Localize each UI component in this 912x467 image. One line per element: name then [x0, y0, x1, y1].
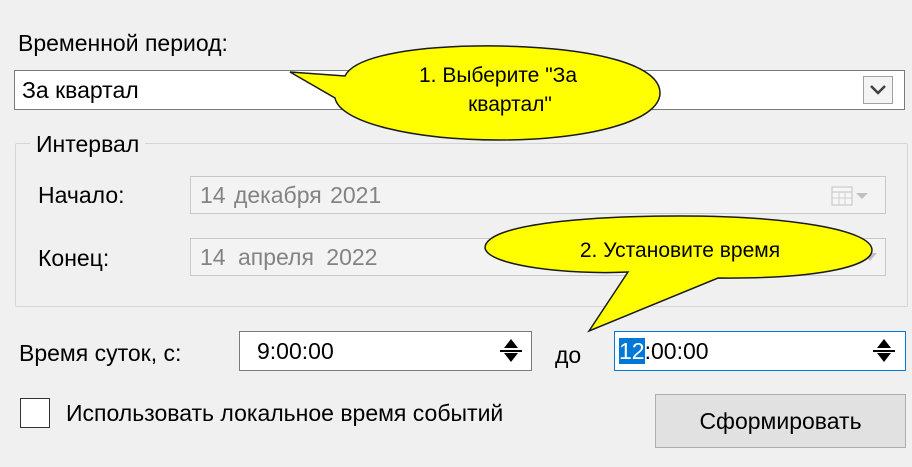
callout-1-line-2: квартал"	[468, 93, 552, 116]
callout-1-line-1: 1. Выберите "За	[418, 64, 578, 87]
callout-2-balloon	[484, 215, 873, 333]
callout-2-text: 2. Установите время	[579, 239, 781, 262]
